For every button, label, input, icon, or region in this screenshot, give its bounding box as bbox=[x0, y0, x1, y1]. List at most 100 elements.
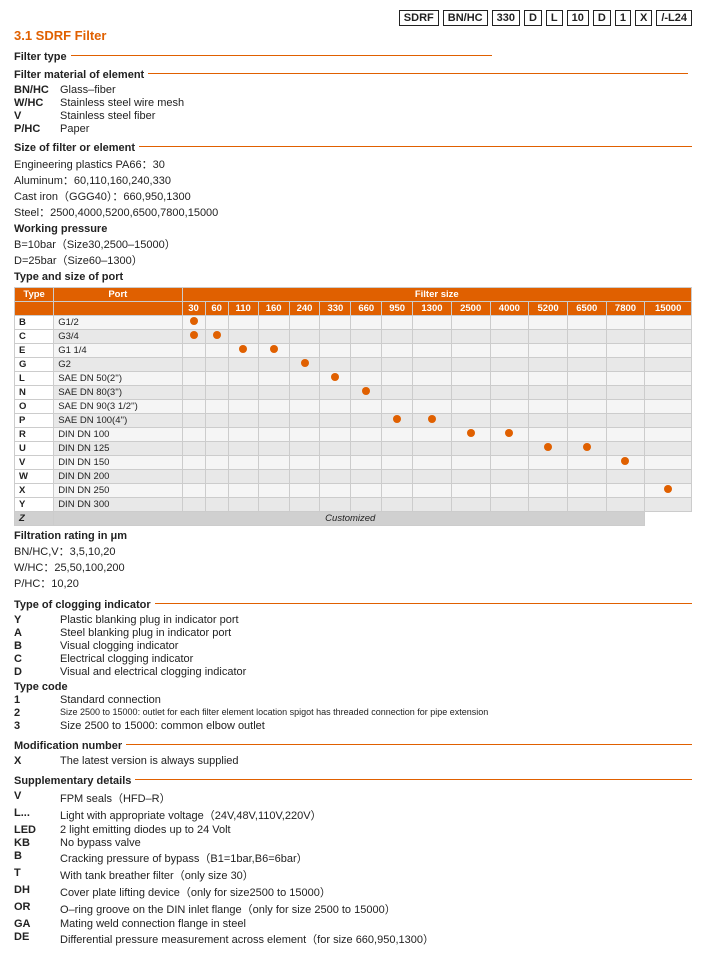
table-cell bbox=[490, 386, 529, 400]
th-filter-size: Filter size bbox=[182, 288, 691, 302]
table-cell bbox=[351, 358, 382, 372]
table-row-type: V bbox=[15, 456, 54, 470]
supplementary-item: VFPM seals（HFD–R） bbox=[14, 790, 692, 806]
table-cell bbox=[451, 372, 490, 386]
wp-0: B=10bar（Size30,2500–15000） bbox=[14, 236, 692, 252]
table-cell bbox=[645, 442, 692, 456]
table-cell bbox=[182, 442, 205, 456]
table-cell bbox=[228, 400, 258, 414]
table-row-port: DIN DN 100 bbox=[54, 428, 182, 442]
table-cell bbox=[413, 400, 452, 414]
table-cell bbox=[320, 498, 351, 512]
table-cell bbox=[529, 484, 568, 498]
table-cell bbox=[205, 358, 228, 372]
table-cell bbox=[645, 456, 692, 470]
th-60: 60 bbox=[205, 302, 228, 316]
table-cell bbox=[606, 400, 645, 414]
th-950: 950 bbox=[382, 302, 413, 316]
table-cell bbox=[606, 428, 645, 442]
table-cell bbox=[451, 498, 490, 512]
table-cell bbox=[490, 470, 529, 484]
table-cell bbox=[258, 498, 289, 512]
model-part-2: BN/HC bbox=[443, 10, 488, 26]
table-row-port: SAE DN 80(3'') bbox=[54, 386, 182, 400]
table-cell bbox=[205, 498, 228, 512]
table-cell bbox=[258, 372, 289, 386]
table-cell bbox=[382, 316, 413, 330]
table-cell bbox=[413, 372, 452, 386]
supplementary-item: L...Light with appropriate voltage（24V,4… bbox=[14, 807, 692, 823]
table-cell bbox=[490, 372, 529, 386]
table-cell bbox=[413, 414, 452, 428]
table-cell bbox=[320, 316, 351, 330]
th-110: 110 bbox=[228, 302, 258, 316]
table-cell bbox=[289, 316, 320, 330]
table-cell bbox=[567, 428, 606, 442]
table-cell bbox=[490, 428, 529, 442]
table-row-port: SAE DN 50(2'') bbox=[54, 372, 182, 386]
table-cell bbox=[567, 484, 606, 498]
table-cell bbox=[382, 470, 413, 484]
supplementary-item: BCracking pressure of bypass（B1=1bar,B6=… bbox=[14, 850, 692, 866]
table-cell bbox=[451, 386, 490, 400]
table-cell bbox=[289, 330, 320, 344]
table-cell bbox=[451, 344, 490, 358]
table-row-port: G1/2 bbox=[54, 316, 182, 330]
supplementary-item: TWith tank breather filter（only size 30） bbox=[14, 867, 692, 883]
table-cell bbox=[258, 386, 289, 400]
table-cell bbox=[289, 372, 320, 386]
table-row-type: X bbox=[15, 484, 54, 498]
th-330: 330 bbox=[320, 302, 351, 316]
supplementary-item: DHCover plate lifting device（only for si… bbox=[14, 884, 692, 900]
table-cell bbox=[205, 442, 228, 456]
table-cell bbox=[645, 498, 692, 512]
table-cell bbox=[382, 428, 413, 442]
table-cell bbox=[529, 400, 568, 414]
table-cell bbox=[205, 316, 228, 330]
model-part-4: D bbox=[524, 10, 542, 26]
table-cell bbox=[228, 414, 258, 428]
table-cell bbox=[451, 400, 490, 414]
table-cell bbox=[567, 372, 606, 386]
table-cell bbox=[182, 344, 205, 358]
th-30: 30 bbox=[182, 302, 205, 316]
table-row-port: G1 1/4 bbox=[54, 344, 182, 358]
filter-material-label: Filter material of element bbox=[14, 69, 144, 81]
table-cell bbox=[205, 400, 228, 414]
table-cell bbox=[289, 456, 320, 470]
table-row-port: DIN DN 300 bbox=[54, 498, 182, 512]
table-cell bbox=[182, 428, 205, 442]
table-cell bbox=[351, 442, 382, 456]
table-cell bbox=[645, 344, 692, 358]
supplementary-label: Supplementary details bbox=[14, 775, 131, 787]
table-cell bbox=[382, 400, 413, 414]
table-cell bbox=[320, 330, 351, 344]
port-table: Type Port Filter size 30 60 110 160 240 … bbox=[14, 287, 692, 526]
table-row-type: Y bbox=[15, 498, 54, 512]
model-part-7: D bbox=[593, 10, 611, 26]
table-cell bbox=[645, 330, 692, 344]
table-cell bbox=[182, 386, 205, 400]
table-row-type: C bbox=[15, 330, 54, 344]
table-cell bbox=[567, 442, 606, 456]
th-1300: 1300 bbox=[413, 302, 452, 316]
table-cell bbox=[451, 358, 490, 372]
table-cell bbox=[289, 386, 320, 400]
modification-list: XThe latest version is always supplied bbox=[14, 755, 692, 767]
filter-materials-list: BN/HC Glass–fiber W/HC Stainless steel w… bbox=[14, 84, 692, 135]
table-cell bbox=[645, 358, 692, 372]
supplementary-list: VFPM seals（HFD–R）L...Light with appropri… bbox=[14, 790, 692, 947]
table-cell bbox=[413, 456, 452, 470]
table-cell bbox=[351, 386, 382, 400]
table-cell bbox=[645, 400, 692, 414]
table-cell bbox=[529, 386, 568, 400]
table-cell bbox=[289, 442, 320, 456]
table-cell bbox=[228, 484, 258, 498]
table-row-type: N bbox=[15, 386, 54, 400]
filtration-label: Filtration rating in μm bbox=[14, 530, 692, 542]
table-cell bbox=[490, 498, 529, 512]
table-cell bbox=[205, 330, 228, 344]
table-cell bbox=[645, 386, 692, 400]
table-cell bbox=[529, 498, 568, 512]
clogging-item: DVisual and electrical clogging indicato… bbox=[14, 666, 692, 678]
